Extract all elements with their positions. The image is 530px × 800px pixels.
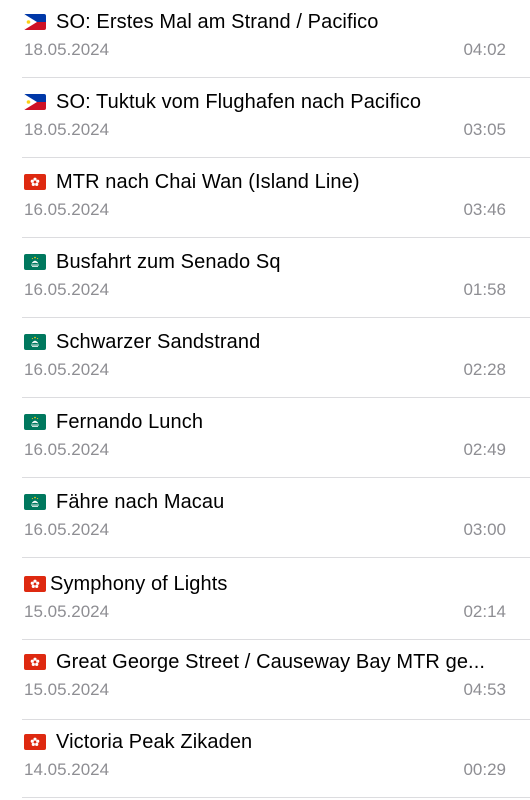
hong-kong-flag-icon — [24, 654, 46, 670]
recordings-list: SO: Erstes Mal am Strand / Pacifico 18.0… — [0, 0, 530, 800]
recording-date: 16.05.2024 — [24, 520, 110, 539]
recording-date: 15.05.2024 — [24, 602, 110, 621]
recording-date: 18.05.2024 — [24, 120, 110, 139]
recording-row[interactable]: MTR nach Chai Wan (Island Line) 16.05.20… — [0, 158, 530, 238]
recording-title-line: Fähre nach Macau — [24, 488, 506, 516]
recording-duration: 01:58 — [463, 280, 506, 299]
recording-title: SO: Erstes Mal am Strand / Pacifico — [56, 10, 379, 33]
recording-title-line: SO: Tuktuk vom Flughafen nach Pacifico — [24, 88, 506, 116]
recording-duration: 02:28 — [463, 360, 506, 379]
recording-title: Symphony of Lights — [50, 572, 228, 595]
recording-row[interactable]: Victoria Peak Zikaden 14.05.2024 00:29 — [0, 718, 530, 800]
recording-title: Fernando Lunch — [56, 410, 204, 433]
row-divider — [22, 797, 530, 798]
recording-duration: 03:05 — [463, 120, 506, 139]
recording-row[interactable]: Fähre nach Macau 16.05.2024 03:00 — [0, 478, 530, 558]
recording-title: MTR nach Chai Wan (Island Line) — [56, 170, 360, 193]
recording-date: 16.05.2024 — [24, 280, 110, 299]
recording-title: Great George Street / Causeway Bay MTR g… — [56, 650, 486, 673]
macau-flag-icon — [24, 414, 46, 430]
hong-kong-flag-icon — [24, 174, 46, 190]
recording-date: 16.05.2024 — [24, 200, 110, 219]
recording-title: Victoria Peak Zikaden — [56, 730, 253, 753]
hong-kong-flag-icon — [24, 576, 46, 592]
philippines-flag-icon — [24, 14, 46, 30]
recording-row[interactable]: Fernando Lunch 16.05.2024 02:49 — [0, 398, 530, 478]
recording-title-line: Schwarzer Sandstrand — [24, 328, 506, 356]
recording-duration: 03:00 — [463, 520, 506, 539]
recording-title-line: Fernando Lunch — [24, 408, 506, 436]
recording-row[interactable]: Busfahrt zum Senado Sq 16.05.2024 01:58 — [0, 238, 530, 318]
recording-duration: 00:29 — [463, 760, 506, 779]
recording-row[interactable]: Schwarzer Sandstrand 16.05.2024 02:28 — [0, 318, 530, 398]
recording-title-line: MTR nach Chai Wan (Island Line) — [24, 168, 506, 196]
recording-duration: 04:53 — [463, 680, 506, 699]
recording-date: 18.05.2024 — [24, 40, 110, 59]
recording-duration: 04:02 — [463, 40, 506, 59]
recording-duration: 03:46 — [463, 200, 506, 219]
recording-title: Schwarzer Sandstrand — [56, 330, 261, 353]
recording-row[interactable]: Great George Street / Causeway Bay MTR g… — [0, 640, 530, 720]
macau-flag-icon — [24, 254, 46, 270]
recording-date: 16.05.2024 — [24, 440, 110, 459]
recording-title-line: Great George Street / Causeway Bay MTR g… — [24, 648, 506, 676]
macau-flag-icon — [24, 494, 46, 510]
recording-date: 15.05.2024 — [24, 680, 110, 699]
recording-title-line: SO: Erstes Mal am Strand / Pacifico — [24, 8, 506, 36]
recording-date: 14.05.2024 — [24, 760, 110, 779]
macau-flag-icon — [24, 334, 46, 350]
recording-row[interactable]: SO: Erstes Mal am Strand / Pacifico 18.0… — [0, 0, 530, 78]
recording-row[interactable]: SO: Tuktuk vom Flughafen nach Pacifico 1… — [0, 78, 530, 158]
philippines-flag-icon — [24, 94, 46, 110]
recording-title-line: Victoria Peak Zikaden — [24, 728, 506, 756]
recording-duration: 02:49 — [463, 440, 506, 459]
recording-title-line: Symphony of Lights — [24, 570, 506, 598]
recording-title: SO: Tuktuk vom Flughafen nach Pacifico — [56, 90, 422, 113]
recording-title: Busfahrt zum Senado Sq — [56, 250, 281, 273]
recording-date: 16.05.2024 — [24, 360, 110, 379]
hong-kong-flag-icon — [24, 734, 46, 750]
recording-duration: 02:14 — [463, 602, 506, 621]
recording-row[interactable]: Symphony of Lights 15.05.2024 02:14 — [0, 558, 530, 640]
recording-title: Fähre nach Macau — [56, 490, 225, 513]
recording-title-line: Busfahrt zum Senado Sq — [24, 248, 506, 276]
